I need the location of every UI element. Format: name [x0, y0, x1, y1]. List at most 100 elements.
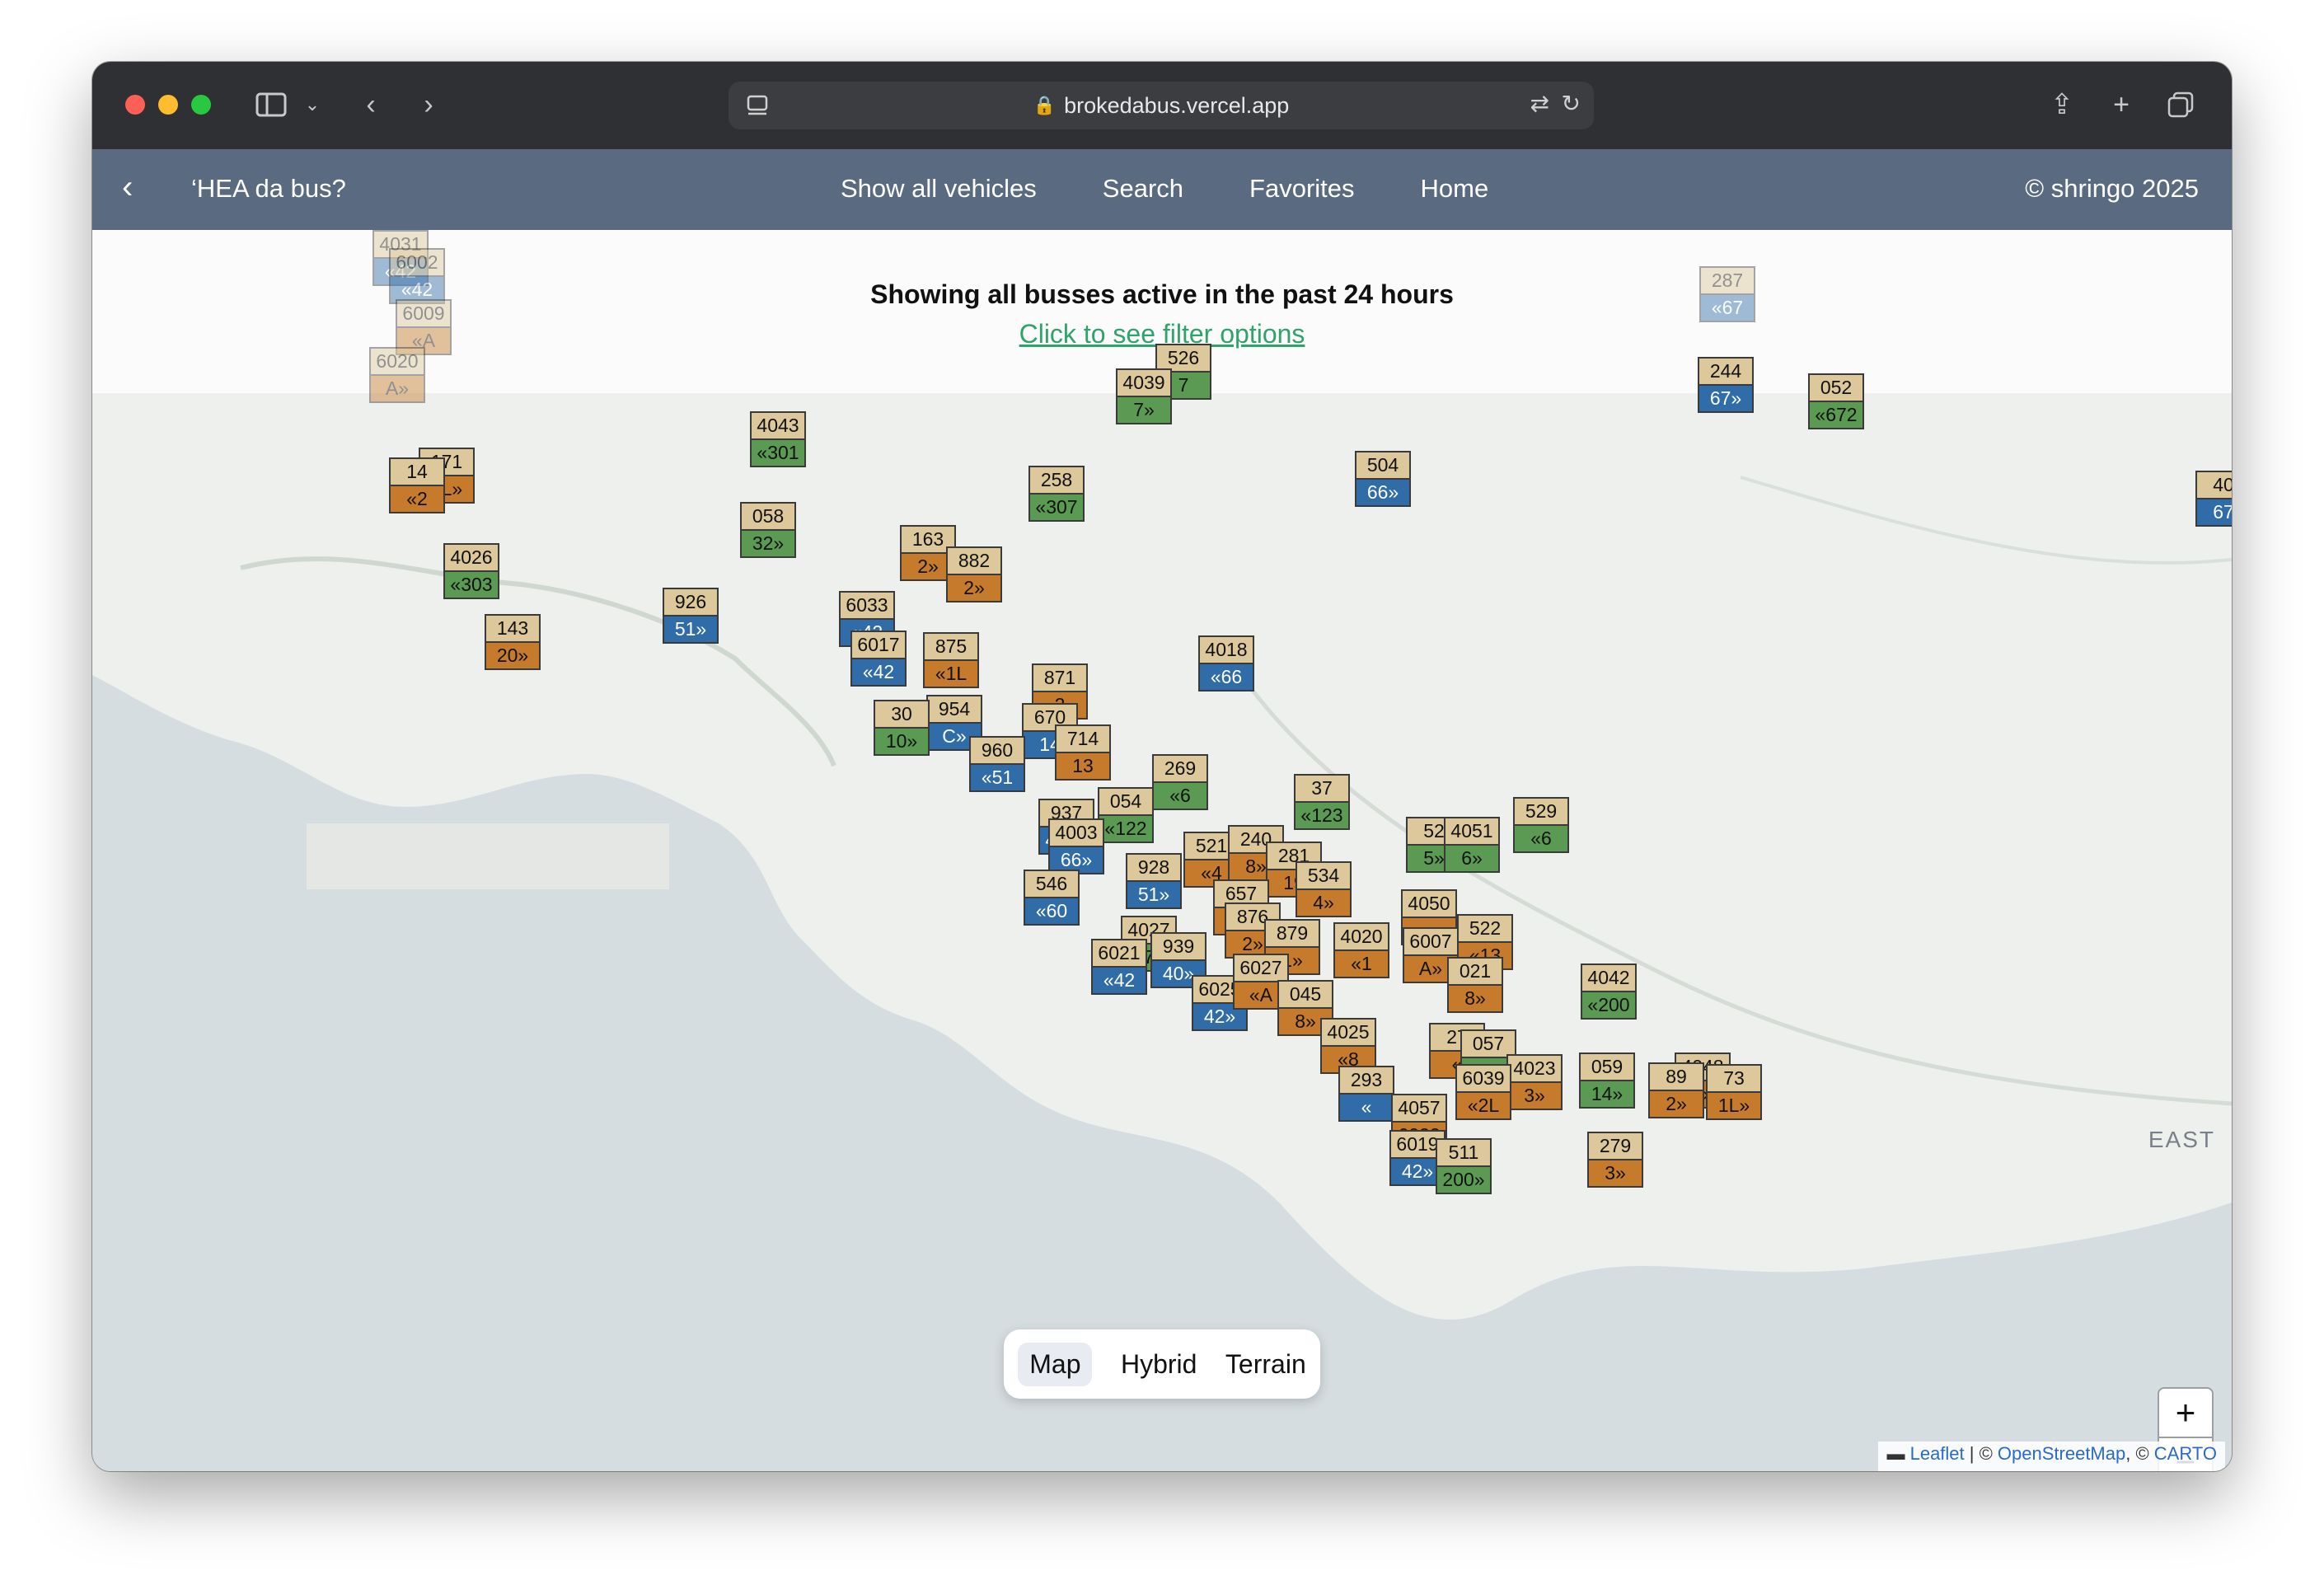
nav-home[interactable]: Home	[1421, 174, 1489, 204]
bus-number: 4050	[1401, 889, 1457, 917]
bus-marker[interactable]: 546 «60	[1024, 870, 1080, 926]
bus-marker[interactable]: 293 «	[1338, 1066, 1394, 1122]
bus-number: 059	[1579, 1053, 1635, 1080]
zoom-in-button[interactable]: +	[2159, 1389, 2212, 1438]
bus-marker[interactable]: 054 «122	[1098, 787, 1154, 843]
bus-number: 939	[1150, 932, 1207, 959]
bus-number: 714	[1055, 724, 1111, 752]
bus-marker[interactable]: 143 20»	[485, 614, 541, 670]
nav-show-all-vehicles[interactable]: Show all vehicles	[841, 174, 1037, 204]
nav-search[interactable]: Search	[1103, 174, 1183, 204]
bus-marker[interactable]: 14 «2	[389, 457, 445, 513]
app-title[interactable]: ‘HEA da bus?	[191, 174, 346, 204]
bus-marker[interactable]: 511 200»	[1436, 1138, 1492, 1194]
bus-marker[interactable]: 73 1L»	[1706, 1064, 1762, 1120]
bus-route: 1L»	[1706, 1091, 1762, 1120]
chevron-down-icon[interactable]: ⌄	[300, 83, 325, 126]
bus-marker[interactable]: 534 4»	[1296, 861, 1352, 917]
bus-marker[interactable]: 6017 «42	[850, 631, 907, 687]
bus-marker[interactable]: 4018 «66	[1198, 635, 1254, 692]
bus-marker[interactable]: 504 66»	[1355, 451, 1411, 507]
bus-route: 32»	[740, 529, 796, 558]
bus-route: «1L	[923, 659, 979, 688]
bus-marker[interactable]: 269 «6	[1152, 754, 1208, 810]
sidebar-icon[interactable]	[252, 83, 290, 126]
osm-link[interactable]: OpenStreetMap	[1998, 1443, 2125, 1464]
bus-marker[interactable]: 4042 «200	[1581, 963, 1637, 1020]
bus-number: 6033	[839, 591, 895, 618]
bus-marker[interactable]: 6002 «42	[389, 248, 445, 304]
bus-number: 522	[1457, 914, 1513, 941]
address-bar[interactable]: 🔒 brokedabus.vercel.app ⇄ ↻	[729, 82, 1594, 129]
bus-marker[interactable]: 6021 «42	[1091, 939, 1147, 995]
bus-map[interactable]: Showing all busses active in the past 24…	[92, 230, 2232, 1471]
bus-marker[interactable]: 6020 A»	[369, 347, 425, 403]
bus-marker[interactable]: 058 32»	[740, 502, 796, 558]
browser-toolbar: ⌄ ‹ › 🔒 brokedabus.vercel.app ⇄ ↻ ⇪ +	[92, 62, 2232, 150]
bus-route: «672	[1808, 401, 1864, 429]
bus-marker[interactable]: 882 2»	[946, 546, 1002, 602]
bus-marker[interactable]: 529 «6	[1513, 797, 1569, 853]
bus-number: 6027	[1233, 954, 1289, 981]
bus-marker[interactable]: 244 67»	[1698, 357, 1754, 413]
close-window-button[interactable]	[125, 95, 145, 115]
bus-route: 14»	[1579, 1080, 1635, 1109]
map-type-hybrid-button[interactable]: Hybrid	[1121, 1349, 1197, 1380]
map-type-terrain-button[interactable]: Terrain	[1225, 1349, 1306, 1380]
bus-marker[interactable]: 059 14»	[1579, 1053, 1635, 1109]
back-chevron-icon[interactable]: ‹	[122, 169, 133, 206]
share-icon[interactable]: ⇪	[2045, 83, 2078, 126]
bus-number: 534	[1296, 861, 1352, 888]
bus-marker[interactable]: 37 «123	[1294, 774, 1350, 830]
tabs-overview-icon[interactable]	[2164, 83, 2197, 126]
bus-number: 14	[389, 457, 445, 485]
reader-icon[interactable]	[745, 93, 770, 124]
bus-marker[interactable]: 021 8»	[1447, 957, 1503, 1013]
bus-marker[interactable]: 4026 «303	[443, 543, 499, 599]
bus-number: 511	[1436, 1138, 1492, 1165]
bus-marker[interactable]: 928 51»	[1126, 853, 1182, 909]
bus-marker[interactable]: 40 67	[2195, 471, 2232, 527]
bus-marker[interactable]: 4051 6»	[1444, 817, 1500, 873]
bus-marker[interactable]: 875 «1L	[923, 632, 979, 688]
bus-marker[interactable]: 960 «51	[969, 736, 1025, 792]
bus-marker[interactable]: 6039 «2L	[1455, 1064, 1511, 1120]
bus-number: 30	[874, 700, 930, 727]
new-tab-icon[interactable]: +	[2105, 83, 2138, 126]
translate-icon[interactable]: ⇄	[1530, 90, 1549, 117]
bus-number: 926	[663, 588, 719, 615]
nav-favorites[interactable]: Favorites	[1249, 174, 1354, 204]
bus-marker[interactable]: 714 13	[1055, 724, 1111, 781]
bus-marker[interactable]: 258 «307	[1028, 466, 1085, 522]
bus-route: «42	[1091, 966, 1147, 995]
minimize-window-button[interactable]	[158, 95, 178, 115]
reload-icon[interactable]: ↻	[1562, 90, 1581, 117]
bus-route: «60	[1024, 897, 1080, 926]
bus-marker[interactable]: 4043 «301	[750, 411, 806, 467]
bus-number: 871	[1032, 663, 1088, 691]
leaflet-link[interactable]: Leaflet	[1910, 1443, 1965, 1464]
bus-number: 058	[740, 502, 796, 529]
bus-marker[interactable]: 89 2»	[1648, 1062, 1704, 1118]
bus-number: 882	[946, 546, 1002, 574]
bus-marker[interactable]: 052 «672	[1808, 373, 1864, 429]
bus-marker[interactable]: 4020 «1	[1333, 922, 1389, 978]
map-type-map-button[interactable]: Map	[1018, 1342, 1093, 1386]
bus-marker[interactable]: 4039 7»	[1116, 368, 1172, 424]
forward-arrow-icon[interactable]: ›	[412, 83, 445, 126]
back-arrow-icon[interactable]: ‹	[354, 83, 387, 126]
bus-marker[interactable]: 287 «67	[1699, 266, 1755, 322]
bus-number: 529	[1513, 797, 1569, 824]
bus-marker[interactable]: 279 3»	[1587, 1132, 1643, 1188]
bus-route: «1	[1333, 949, 1389, 978]
carto-link[interactable]: CARTO	[2154, 1443, 2217, 1464]
bus-number: 258	[1028, 466, 1085, 493]
nav-links: Show all vehicles Search Favorites Home	[841, 174, 1488, 204]
bus-marker[interactable]: 926 51»	[663, 588, 719, 644]
bus-marker[interactable]: 30 10»	[874, 700, 930, 756]
bus-number: 4039	[1116, 368, 1172, 396]
bus-marker[interactable]: 4003 66»	[1048, 818, 1104, 874]
bus-marker[interactable]: 4023 3»	[1506, 1054, 1563, 1110]
zoom-window-button[interactable]	[191, 95, 211, 115]
bus-number: 143	[485, 614, 541, 641]
